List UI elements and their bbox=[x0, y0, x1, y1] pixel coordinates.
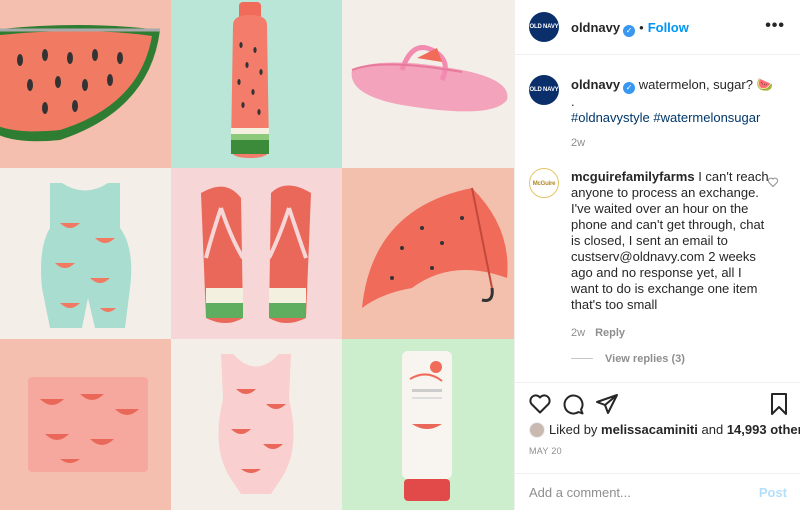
caption-time[interactable]: 2w bbox=[571, 137, 791, 149]
comment: mcguirefamilyfarms I can't reach anyone … bbox=[571, 169, 771, 365]
tile-face-mask bbox=[342, 339, 514, 510]
cosmetic-bag-image bbox=[28, 377, 148, 472]
verified-icon: ✓ bbox=[623, 25, 636, 37]
caption-avatar[interactable]: OLD NAVY bbox=[529, 75, 559, 105]
tile-flip-flop bbox=[342, 0, 514, 168]
watermelon-pouch-image bbox=[0, 25, 160, 142]
comment-meta: 2w Reply bbox=[571, 327, 771, 339]
tile-swimsuit bbox=[171, 339, 342, 510]
swimsuit-image bbox=[218, 354, 294, 494]
username-link[interactable]: oldnavy bbox=[571, 20, 620, 35]
comment-like-heart-icon[interactable] bbox=[767, 176, 779, 188]
tile-water-bottle bbox=[171, 0, 342, 168]
likes-joiner: and bbox=[701, 422, 724, 437]
jelly-sandal-image bbox=[351, 45, 508, 112]
follow-button[interactable]: Follow bbox=[648, 20, 689, 35]
caption-text: watermelon, sugar? 🍉 bbox=[638, 77, 773, 92]
likes-line: Liked by melissacaminiti and 14,993 othe… bbox=[529, 422, 800, 438]
comment-input[interactable]: Add a comment... bbox=[529, 485, 631, 500]
comments-section[interactable]: OLD NAVY oldnavy ✓ watermelon, sugar? 🍉 .… bbox=[515, 56, 800, 382]
avatar[interactable]: OLD NAVY bbox=[529, 12, 559, 42]
caption-username[interactable]: oldnavy bbox=[571, 77, 620, 92]
comment-text: I can't reach anyone to process an excha… bbox=[571, 169, 769, 312]
liker-avatar[interactable] bbox=[529, 422, 545, 438]
post-comment-button[interactable]: Post bbox=[759, 485, 787, 500]
view-replies-row[interactable]: View replies (3) bbox=[571, 353, 771, 365]
face-mask-tube-image bbox=[402, 351, 452, 501]
post-image[interactable] bbox=[0, 0, 514, 510]
bookmark-icon[interactable] bbox=[767, 392, 791, 416]
tile-watermelon-pouch bbox=[0, 0, 171, 168]
header-user-row: oldnavy ✓ • Follow bbox=[571, 19, 689, 37]
umbrella-image bbox=[362, 187, 508, 308]
caption: oldnavy ✓ watermelon, sugar? 🍉 . #oldnavy… bbox=[571, 77, 791, 149]
caption-dot-line: . bbox=[571, 94, 575, 109]
post-sidebar: OLD NAVY oldnavy ✓ • Follow ••• OLD NAVY ol… bbox=[514, 0, 800, 510]
replies-divider-line bbox=[571, 358, 593, 359]
likes-others[interactable]: 14,993 others bbox=[727, 422, 800, 437]
likes-prefix: Liked by bbox=[549, 422, 598, 437]
comment-icon[interactable] bbox=[561, 392, 585, 416]
caption-hashtags[interactable]: #oldnavystyle #watermelonsugar bbox=[571, 110, 791, 126]
reply-button[interactable]: Reply bbox=[595, 327, 625, 339]
more-options-icon[interactable]: ••• bbox=[765, 17, 785, 35]
comment-avatar[interactable]: McGuire bbox=[529, 168, 559, 198]
comment-time[interactable]: 2w bbox=[571, 327, 585, 339]
water-bottle-image bbox=[231, 2, 269, 158]
tile-cosmetic-bag bbox=[0, 339, 171, 510]
tile-umbrella bbox=[342, 168, 514, 339]
add-comment-bar: Add a comment... Post bbox=[515, 473, 800, 510]
post-header: OLD NAVY oldnavy ✓ • Follow ••• bbox=[515, 0, 800, 55]
flip-flops-image bbox=[201, 185, 311, 323]
separator-dot: • bbox=[639, 20, 644, 35]
heart-icon[interactable] bbox=[528, 392, 552, 416]
post-actions: Liked by melissacaminiti and 14,993 othe… bbox=[515, 382, 800, 510]
post-date[interactable]: MAY 20 bbox=[529, 446, 562, 456]
verified-icon: ✓ bbox=[623, 82, 636, 94]
romper-image bbox=[41, 183, 132, 328]
share-icon[interactable] bbox=[595, 392, 619, 416]
comment-username[interactable]: mcguirefamilyfarms bbox=[571, 169, 695, 184]
liker-username[interactable]: melissacaminiti bbox=[601, 422, 698, 437]
tile-flip-flops-pair bbox=[171, 168, 342, 339]
tile-romper bbox=[0, 168, 171, 339]
view-replies-button[interactable]: View replies (3) bbox=[605, 353, 685, 365]
